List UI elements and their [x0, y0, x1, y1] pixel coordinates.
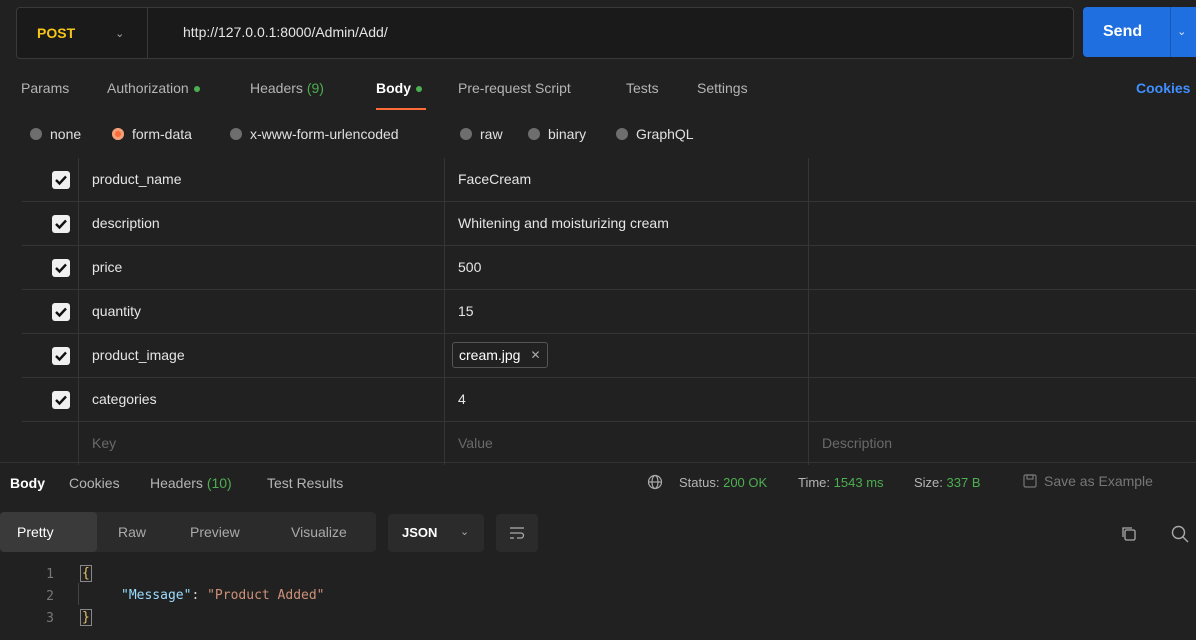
value-cell[interactable]: Whitening and moisturizing cream [458, 215, 669, 231]
copy-icon[interactable] [1120, 525, 1138, 546]
table-row: quantity 15 [22, 290, 1196, 334]
resp-tab-body[interactable]: Body [10, 475, 45, 491]
radio-none[interactable]: none [30, 126, 81, 142]
size-readout: Size: 337 B [914, 475, 981, 490]
resp-tab-cookies[interactable]: Cookies [69, 475, 120, 491]
radio-form-data[interactable]: form-data [112, 126, 192, 142]
search-icon[interactable] [1170, 524, 1190, 547]
radio-x-www-form-urlencoded[interactable]: x-www-form-urlencoded [230, 126, 399, 142]
chevron-down-icon: ⌄ [460, 526, 470, 538]
view-preview[interactable]: Preview [190, 524, 240, 540]
radio-raw[interactable]: raw [460, 126, 503, 142]
time-value: 1543 ms [833, 475, 884, 490]
cookies-link[interactable]: Cookies [1136, 80, 1190, 96]
key-cell[interactable]: quantity [92, 303, 141, 319]
line-number: 2 [46, 589, 54, 604]
status-value: 200 OK [723, 475, 768, 490]
key-cell[interactable]: categories [92, 391, 157, 407]
table-row: price 500 [22, 246, 1196, 290]
authorization-indicator-dot [193, 86, 200, 93]
tab-authorization[interactable]: Authorization [107, 80, 200, 96]
code-line: { [80, 565, 92, 582]
radio-binary[interactable]: binary [528, 126, 586, 142]
view-raw[interactable]: Raw [118, 524, 146, 540]
tab-body[interactable]: Body [376, 80, 422, 96]
size-value: 337 B [946, 475, 981, 490]
value-cell[interactable]: 15 [458, 303, 474, 319]
status-readout: Status: 200 OK [679, 475, 768, 490]
json-key: "Message" [121, 588, 192, 603]
format-label: JSON [402, 525, 438, 540]
value-placeholder[interactable]: Value [458, 435, 493, 451]
table-row: product_image cream.jpg ✕ [22, 334, 1196, 378]
json-value: "Product Added" [207, 588, 325, 603]
tab-headers[interactable]: Headers (9) [250, 80, 324, 96]
wrap-lines-icon [510, 527, 525, 539]
line-number: 1 [46, 567, 54, 582]
value-cell[interactable]: 500 [458, 259, 481, 275]
form-data-table: product_name FaceCream description White… [22, 158, 1196, 465]
row-checkbox[interactable] [52, 171, 70, 189]
open-brace: { [80, 565, 92, 582]
row-checkbox[interactable] [52, 347, 70, 365]
close-brace: } [80, 609, 92, 626]
view-pretty[interactable]: Pretty [17, 524, 54, 540]
code-line: } [80, 609, 92, 626]
tab-settings[interactable]: Settings [697, 80, 748, 96]
table-row: categories 4 [22, 378, 1196, 422]
key-cell[interactable]: product_name [92, 171, 182, 187]
active-tab-underline [376, 108, 426, 110]
time-readout: Time: 1543 ms [798, 475, 884, 490]
key-cell[interactable]: product_image [92, 347, 185, 363]
key-placeholder[interactable]: Key [92, 435, 116, 451]
response-bar: Body Cookies Headers (10) Test Results S… [0, 462, 1196, 501]
wrap-lines-button[interactable] [496, 514, 538, 552]
remove-file-icon[interactable]: ✕ [530, 348, 540, 362]
request-tabs: Params Authorization Headers (9) Body Pr… [0, 80, 1196, 102]
save-icon [1023, 474, 1037, 488]
row-checkbox[interactable] [52, 303, 70, 321]
method-label: POST [37, 25, 76, 41]
chevron-down-icon: ⌄ [115, 27, 125, 40]
table-row-new: Key Value Description [22, 422, 1196, 465]
method-select[interactable]: POST ⌄ [17, 8, 148, 58]
view-visualize[interactable]: Visualize [291, 524, 347, 540]
table-row: product_name FaceCream [22, 158, 1196, 202]
value-cell[interactable]: 4 [458, 391, 466, 407]
code-line: "Message": "Product Added" [121, 588, 325, 603]
table-row: description Whitening and moisturizing c… [22, 202, 1196, 246]
key-cell[interactable]: price [92, 259, 122, 275]
row-checkbox[interactable] [52, 391, 70, 409]
file-chip[interactable]: cream.jpg ✕ [452, 342, 548, 368]
key-cell[interactable]: description [92, 215, 160, 231]
tab-pre-request-script[interactable]: Pre-request Script [458, 80, 571, 96]
body-indicator-dot [416, 86, 422, 93]
request-url-bar: POST ⌄ http://127.0.0.1:8000/Admin/Add/ [16, 7, 1074, 59]
send-button[interactable]: Send ⌄ [1083, 7, 1196, 57]
tab-params[interactable]: Params [21, 80, 69, 96]
tab-tests[interactable]: Tests [626, 80, 659, 96]
radio-graphql[interactable]: GraphQL [616, 126, 694, 142]
save-as-example-button[interactable]: Save as Example [1022, 473, 1153, 489]
url-input[interactable]: http://127.0.0.1:8000/Admin/Add/ [183, 24, 388, 40]
send-label: Send [1103, 23, 1143, 40]
globe-icon[interactable] [647, 474, 663, 493]
line-number: 3 [46, 611, 54, 626]
resp-tab-headers[interactable]: Headers (10) [150, 475, 232, 491]
value-cell[interactable]: FaceCream [458, 171, 531, 187]
send-chevron-down-icon[interactable]: ⌄ [1170, 7, 1186, 57]
row-checkbox[interactable] [52, 259, 70, 277]
resp-tab-test-results[interactable]: Test Results [267, 475, 343, 491]
row-checkbox[interactable] [52, 215, 70, 233]
format-select[interactable]: JSON ⌄ [388, 514, 484, 552]
description-placeholder[interactable]: Description [822, 435, 892, 451]
